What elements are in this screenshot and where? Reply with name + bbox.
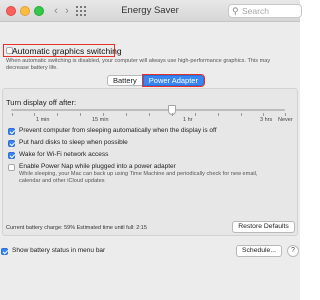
tick-label-1-min: 1 min — [36, 117, 50, 123]
prevent-sleep-label: Prevent computer from sleeping automatic… — [19, 127, 217, 134]
slider-tick — [241, 113, 242, 116]
slider-tick — [172, 113, 173, 116]
power-nap-checkbox[interactable] — [8, 164, 15, 171]
search-placeholder: Search — [242, 6, 269, 16]
slider-tick — [195, 113, 196, 116]
slider-tick — [126, 113, 127, 116]
display-off-label: Turn display off after: — [6, 98, 77, 107]
slider-tick — [34, 113, 35, 116]
prevent-sleep-checkbox[interactable] — [8, 128, 15, 135]
slider-tick — [80, 113, 81, 116]
tick-label-never: Never — [278, 117, 293, 123]
hard-disks-sleep-checkbox[interactable] — [8, 140, 15, 147]
automatic-graphics-switching-option[interactable]: Automatic graphics switching — [3, 44, 122, 57]
option-hard-disks-sleep[interactable]: Put hard disks to sleep when possible — [8, 139, 128, 147]
schedule-button[interactable]: Schedule... — [236, 245, 282, 257]
search-field[interactable]: ⚲ Search — [228, 4, 302, 18]
tick-label-3-hrs: 3 hrs — [260, 117, 273, 123]
battery-status-text: Current battery charge: 59% Estimated ti… — [6, 225, 147, 231]
automatic-graphics-description: When automatic switching is disabled, yo… — [6, 58, 271, 72]
show-battery-checkbox[interactable] — [1, 248, 8, 255]
slider-tick — [57, 113, 58, 116]
slider-tick — [149, 113, 150, 116]
option-show-battery-status[interactable]: Show battery status in menu bar — [1, 247, 105, 255]
slider-tick — [12, 113, 13, 116]
power-nap-description: While sleeping, your Mac can back up usi… — [19, 171, 258, 184]
option-prevent-sleep[interactable]: Prevent computer from sleeping automatic… — [8, 127, 217, 135]
display-off-slider-track[interactable] — [11, 109, 285, 111]
energy-saver-window: ‹ › Energy Saver ⚲ Search Automatic grap… — [0, 0, 302, 300]
tick-label-15-min: 15 min — [92, 117, 109, 123]
power-nap-label: Enable Power Nap while plugged into a po… — [19, 163, 176, 170]
slider-tick — [263, 113, 264, 116]
slider-tick — [285, 113, 286, 116]
tab-segmented-control: Battery Power Adapter — [107, 74, 205, 87]
tab-battery[interactable]: Battery — [107, 75, 143, 86]
show-battery-label: Show battery status in menu bar — [12, 247, 106, 254]
slider-tick — [218, 113, 219, 116]
title-bar: ‹ › Energy Saver ⚲ Search — [0, 0, 302, 22]
restore-defaults-button[interactable]: Restore Defaults — [232, 221, 295, 233]
tab-power-adapter[interactable]: Power Adapter — [141, 74, 205, 87]
question-mark-icon[interactable]: ? — [287, 245, 299, 257]
hard-disks-sleep-label: Put hard disks to sleep when possible — [19, 139, 128, 146]
slider-tick — [103, 113, 104, 116]
tick-label-1-hr: 1 hr — [183, 117, 193, 123]
search-icon: ⚲ — [232, 6, 239, 16]
automatic-graphics-switching-label: Automatic graphics switching — [12, 46, 122, 56]
wake-wifi-label: Wake for Wi-Fi network access — [19, 151, 109, 158]
option-wake-wifi[interactable]: Wake for Wi-Fi network access — [8, 151, 108, 159]
option-power-nap[interactable]: Enable Power Nap while plugged into a po… — [8, 163, 176, 171]
wake-wifi-checkbox[interactable] — [8, 152, 15, 159]
